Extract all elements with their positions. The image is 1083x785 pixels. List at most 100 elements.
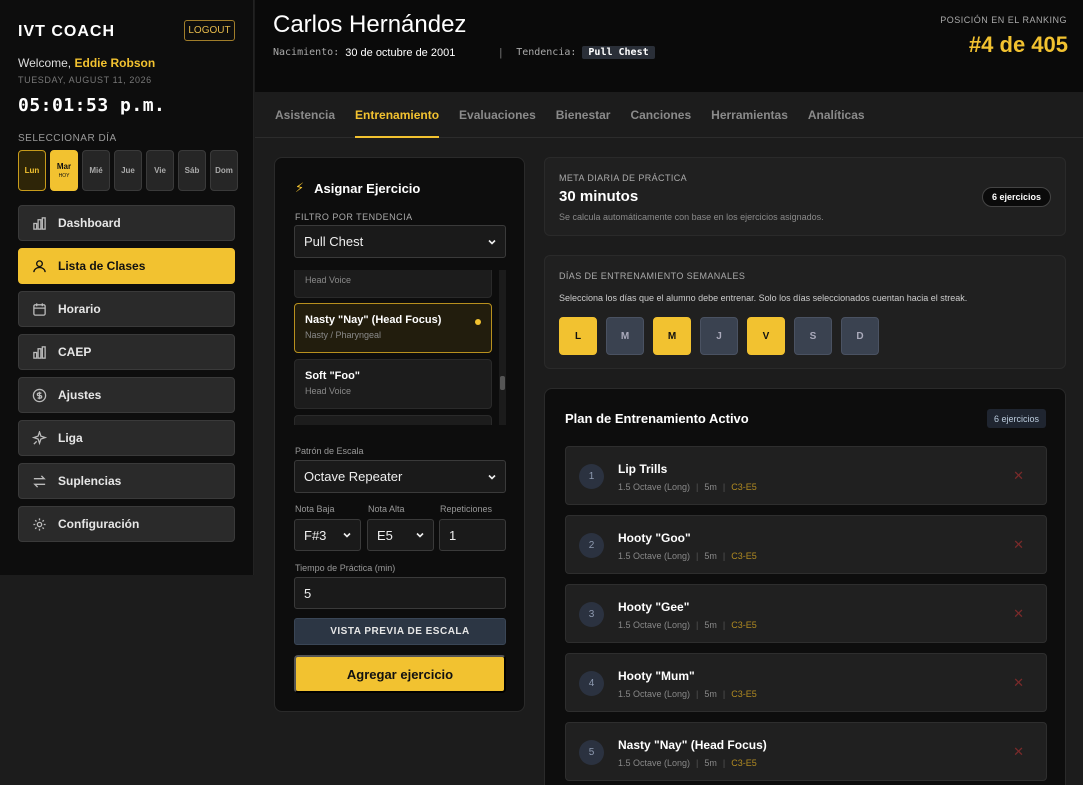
plan-item-number: 5 <box>579 740 604 765</box>
sidebar-item-dashboard[interactable]: Dashboard <box>18 205 235 241</box>
plan-item: 5 Nasty "Nay" (Head Focus) 1.5 Octave (L… <box>565 722 1047 781</box>
birth-value: 30 de octubre de 2001 <box>345 46 456 59</box>
tab-analiticas[interactable]: Analíticas <box>808 93 865 138</box>
exercise-list-scrollbar[interactable] <box>499 270 506 425</box>
plan-item-name: Hooty "Mum" <box>618 669 695 683</box>
exercise-list[interactable]: Head Voice Nasty "Nay" (Head Focus) Nast… <box>294 270 507 425</box>
tab-herramientas[interactable]: Herramientas <box>711 93 788 138</box>
sidebar-item-label: Configuración <box>58 517 140 531</box>
weekly-days-label: DÍAS DE ENTRENAMIENTO SEMANALES <box>559 271 746 281</box>
plan-item-time: 5m <box>704 758 717 768</box>
day-button-jue[interactable]: Jue <box>114 150 142 191</box>
day-label: Mar <box>56 162 72 171</box>
weekday-toggle-sabado[interactable]: S <box>794 317 832 355</box>
meta-divider: | <box>722 551 726 561</box>
sidebar-item-configuracion[interactable]: Configuración <box>18 506 235 542</box>
low-note-value: F#3 <box>304 527 327 543</box>
current-date: TUESDAY, AUGUST 11, 2026 <box>18 75 152 85</box>
weekday-toggle-jueves[interactable]: J <box>700 317 738 355</box>
remove-icon[interactable]: ✕ <box>1013 675 1024 691</box>
plan-item-number: 3 <box>579 602 604 627</box>
sidebar-item-caep[interactable]: CAEP <box>18 334 235 370</box>
tab-canciones[interactable]: Canciones <box>630 93 691 138</box>
plan-item-range: C3-E5 <box>731 482 757 492</box>
day-button-mie[interactable]: Mié <box>82 150 110 191</box>
exercise-option-selected[interactable]: Nasty "Nay" (Head Focus) Nasty / Pharyng… <box>294 303 492 353</box>
tab-evaluaciones[interactable]: Evaluaciones <box>459 93 536 138</box>
student-header: Carlos Hernández Nacimiento: 30 de octub… <box>255 0 1083 92</box>
plan-item-range: C3-E5 <box>731 551 757 561</box>
daily-goal-value: 30 minutos <box>559 188 639 205</box>
add-exercise-button[interactable]: Agregar ejercicio <box>294 655 506 693</box>
scale-select[interactable]: Octave Repeater <box>294 460 506 493</box>
exercise-option[interactable]: Head Voice <box>294 270 492 298</box>
plan-item-meta: 1.5 Octave (Long) | 5m | C3-E5 <box>618 551 757 561</box>
assign-title-text: Asignar Ejercicio <box>314 180 421 196</box>
weekday-toggle-martes[interactable]: M <box>606 317 644 355</box>
weekday-toggle-domingo[interactable]: D <box>841 317 879 355</box>
sidebar-item-lista-de-clases[interactable]: Lista de Clases <box>18 248 235 284</box>
day-button-vie[interactable]: Vie <box>146 150 174 191</box>
meta-divider: | <box>696 620 699 630</box>
plan-item: 2 Hooty "Goo" 1.5 Octave (Long) | 5m | C3-E5… <box>565 515 1047 574</box>
plan-item: 1 Lip Trills 1.5 Octave (Long) | 5m | C3-E5 … <box>565 446 1047 505</box>
day-button-sab[interactable]: Sáb <box>178 150 206 191</box>
high-note-select[interactable]: E5 <box>367 519 434 551</box>
day-button-mar[interactable]: Mar HOY <box>50 150 78 191</box>
plan-item-pattern: 1.5 Octave (Long) <box>618 551 691 561</box>
meta-divider: | <box>696 758 699 768</box>
scrollbar-thumb[interactable] <box>500 376 505 390</box>
today-tag: HOY <box>58 173 70 179</box>
weekly-days-note: Selecciona los días que el alumno debe e… <box>559 293 968 303</box>
reps-value: 1 <box>449 527 457 543</box>
rank-label: POSICIÓN EN EL RANKING <box>940 15 1067 25</box>
sidebar-item-suplencias[interactable]: Suplencias <box>18 463 235 499</box>
filter-label: FILTRO POR TENDENCIA <box>295 212 413 222</box>
filter-select[interactable]: Pull Chest <box>294 225 506 258</box>
remove-icon[interactable]: ✕ <box>1013 537 1024 553</box>
reps-input[interactable]: 1 <box>439 519 506 551</box>
high-note-label: Nota Alta <box>368 504 405 514</box>
brand-title: IVT COACH <box>18 23 115 40</box>
plan-item-time: 5m <box>704 551 717 561</box>
sparkle-icon <box>32 430 47 446</box>
scale-label: Patrón de Escala <box>295 446 364 456</box>
exercise-option[interactable]: Soft "Foo" Head Voice <box>294 359 492 409</box>
clock: 05:01:53 p.m. <box>18 95 166 116</box>
exercise-category: Nasty / Pharyngeal <box>305 330 382 340</box>
day-button-dom[interactable]: Dom <box>210 150 238 191</box>
scale-preview-button[interactable]: VISTA PREVIA DE ESCALA <box>294 618 506 645</box>
remove-icon[interactable]: ✕ <box>1013 744 1024 760</box>
trend-chip: Pull Chest <box>582 46 655 59</box>
day-selector: Lun Mar HOY Mié Jue Vie Sáb Dom <box>18 150 238 191</box>
practice-time-input[interactable]: 5 <box>294 577 506 609</box>
remove-icon[interactable]: ✕ <box>1013 606 1024 622</box>
exercise-option[interactable] <box>294 415 492 425</box>
logout-button[interactable]: LOGOUT <box>184 20 235 41</box>
chevron-down-icon <box>488 239 496 245</box>
plan-item: 4 Hooty "Mum" 1.5 Octave (Long) | 5m | C3-E5… <box>565 653 1047 712</box>
weekday-toggle-miercoles[interactable]: M <box>653 317 691 355</box>
lightning-icon: ⚡ <box>295 180 305 195</box>
meta-divider: | <box>696 482 699 492</box>
weekday-toggle-viernes[interactable]: V <box>747 317 785 355</box>
sidebar-item-liga[interactable]: Liga <box>18 420 235 456</box>
low-note-select[interactable]: F#3 <box>294 519 361 551</box>
exercise-category: Head Voice <box>305 386 352 396</box>
remove-icon[interactable]: ✕ <box>1013 468 1024 484</box>
active-plan-panel: Plan de Entrenamiento Activo 6 ejercicio… <box>544 388 1066 785</box>
tab-entrenamiento[interactable]: Entrenamiento <box>355 93 440 138</box>
tab-asistencia[interactable]: Asistencia <box>275 93 335 138</box>
plan-item-pattern: 1.5 Octave (Long) <box>618 689 691 699</box>
sidebar-item-ajustes[interactable]: Ajustes <box>18 377 235 413</box>
practice-time-label: Tiempo de Práctica (min) <box>295 563 396 573</box>
sidebar-item-horario[interactable]: Horario <box>18 291 235 327</box>
weekday-toggle-lunes[interactable]: L <box>559 317 597 355</box>
day-button-lun[interactable]: Lun <box>18 150 46 191</box>
exercise-category: Head Voice <box>305 275 352 285</box>
sidebar-item-label: Liga <box>58 431 83 445</box>
plan-item-number: 1 <box>579 464 604 489</box>
meta-divider: | <box>722 758 726 768</box>
separator: | <box>499 46 503 59</box>
tab-bienestar[interactable]: Bienestar <box>556 93 611 138</box>
